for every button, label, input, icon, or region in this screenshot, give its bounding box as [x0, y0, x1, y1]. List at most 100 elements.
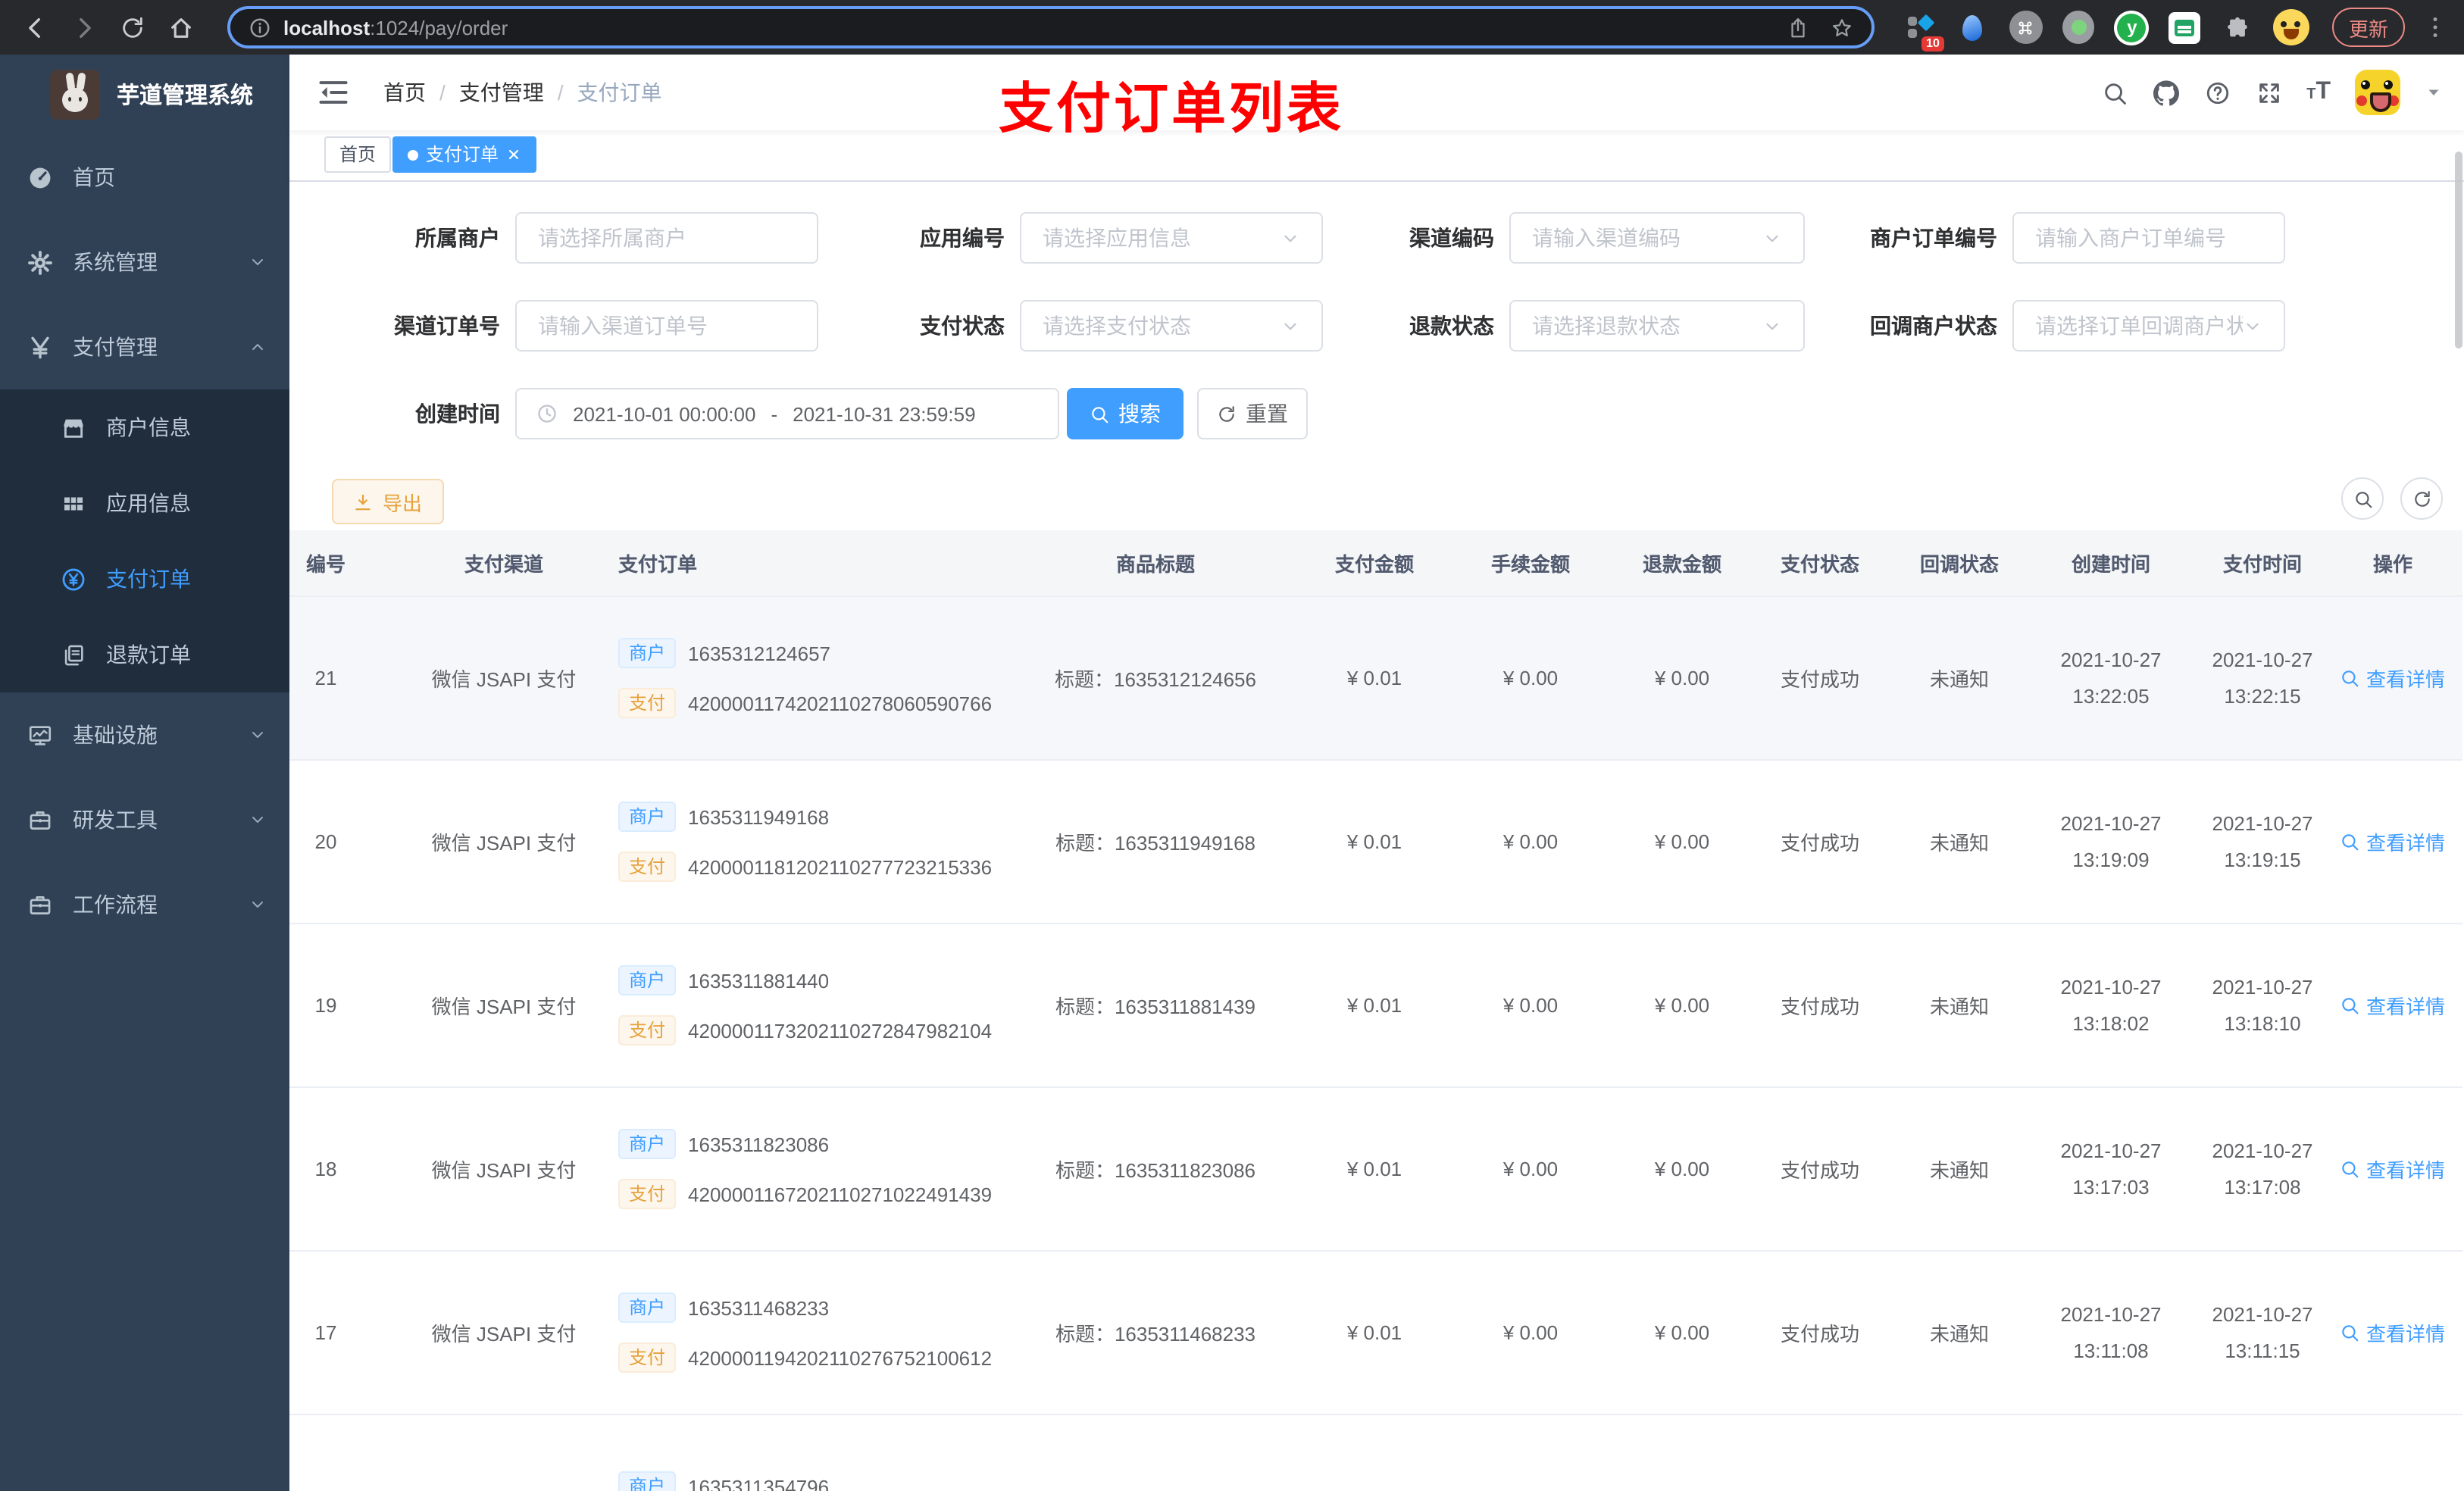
chevron-down-icon [2243, 316, 2262, 336]
pay-tag: 支付 [618, 688, 677, 718]
site-info-icon[interactable] [249, 16, 271, 39]
table-row: 18 微信 JSAPI 支付 商户 1635311823086 支付 4200001… [289, 1088, 2462, 1252]
date-separator: - [771, 402, 778, 425]
breadcrumb-home[interactable]: 首页 [383, 77, 426, 108]
address-bar[interactable]: localhost:1024/pay/order [227, 6, 1875, 48]
create-time-range-input[interactable]: 2021-10-01 00:00:00 - 2021-10-31 23:59:5… [515, 388, 1059, 439]
app-filter-select[interactable]: 请选择应用信息 [1020, 212, 1323, 264]
sidebar-item-app-info[interactable]: 应用信息 [0, 465, 289, 541]
merchant-order-no-input[interactable] [2012, 212, 2285, 264]
table-row: 20 微信 JSAPI 支付 商户 1635311949168 支付 4200001… [289, 761, 2462, 924]
clock-icon [536, 403, 558, 424]
extension-gem-icon[interactable] [1955, 9, 1991, 45]
pay-status-select[interactable]: 请选择支付状态 [1020, 300, 1323, 352]
chevron-down-icon [1762, 316, 1782, 336]
tab-close-icon[interactable] [506, 147, 521, 162]
refresh-table-button[interactable] [2400, 477, 2443, 520]
channel-order-no-input[interactable] [515, 300, 818, 352]
sidebar-item-merchant-info[interactable]: 商户信息 [0, 389, 289, 465]
status-badge: 支付成功 [1780, 996, 1859, 1018]
browser-menu-icon[interactable] [2422, 14, 2449, 41]
app-logo[interactable]: 芋道管理系统 [0, 55, 289, 135]
magnifier-icon [2340, 1323, 2360, 1343]
tab-pay-order[interactable]: 支付订单 [392, 136, 537, 173]
github-icon[interactable] [2152, 79, 2179, 106]
dashboard-icon [24, 162, 55, 192]
extension-command-icon[interactable] [2008, 9, 2044, 45]
status-badge: 支付成功 [1780, 668, 1859, 691]
view-detail-link[interactable]: 查看详情 [2323, 1155, 2462, 1183]
reset-button[interactable]: 重置 [1197, 388, 1308, 439]
extension-chat-icon[interactable] [2167, 9, 2203, 45]
chevron-down-icon [249, 896, 267, 914]
filter-label-channel-order-no: 渠道订单号 [394, 314, 500, 338]
filter-label-refund-status: 退款状态 [1409, 314, 1494, 338]
notify-status-select[interactable]: 请选择订单回调商户状态 [2012, 300, 2285, 352]
view-detail-link[interactable]: 查看详情 [2323, 1318, 2462, 1347]
merchant-filter-input[interactable] [515, 212, 818, 264]
url-text: localhost:1024/pay/order [283, 16, 508, 39]
merchant-tag: 商户 [618, 802, 677, 832]
table-row: 19 微信 JSAPI 支付 商户 1635311881440 支付 4200001… [289, 924, 2462, 1088]
breadcrumb-payment[interactable]: 支付管理 [459, 77, 544, 108]
user-avatar[interactable] [2355, 70, 2400, 115]
magnifier-icon [2340, 1159, 2360, 1179]
search-button[interactable]: 搜索 [1067, 388, 1184, 439]
red-annotation-text: 支付订单列表 [999, 77, 1345, 139]
font-size-icon[interactable]: TT [2306, 80, 2331, 105]
view-detail-link[interactable]: 查看详情 [2323, 827, 2462, 856]
breadcrumb: 首页 / 支付管理 / 支付订单 [383, 77, 662, 108]
browser-reload-button[interactable] [112, 8, 152, 47]
sidebar-item-dev-tools[interactable]: 研发工具 [0, 777, 289, 862]
chevron-up-icon [249, 338, 267, 356]
page-content: 所属商户 应用编号 请选择应用信息 渠道编码 请输入渠道编码 商户订单编号 渠道… [289, 182, 2464, 1491]
merchant-tag: 商户 [618, 638, 677, 668]
browser-forward-button[interactable] [64, 8, 103, 47]
browser-home-button[interactable] [161, 8, 200, 47]
briefcase-icon [24, 805, 55, 835]
date-start-value: 2021-10-01 00:00:00 [573, 402, 756, 425]
chevron-down-icon [1762, 228, 1782, 248]
magnifier-icon [2340, 996, 2360, 1015]
help-icon[interactable] [2203, 79, 2231, 106]
refund-status-select[interactable]: 请选择退款状态 [1509, 300, 1805, 352]
browser-profile-avatar[interactable] [2272, 9, 2309, 45]
active-tab-dot [408, 149, 418, 160]
sidebar-item-workflow[interactable]: 工作流程 [0, 862, 289, 947]
extension-y-icon[interactable]: y [2114, 9, 2150, 45]
sidebar-item-refund-order[interactable]: 退款订单 [0, 617, 289, 692]
sidebar-item-payment[interactable]: 支付管理 [0, 305, 289, 389]
tab-home[interactable]: 首页 [324, 136, 392, 173]
extensions-puzzle-icon[interactable] [2220, 9, 2256, 45]
chevron-down-icon [249, 811, 267, 829]
page-scrollbar-thumb[interactable] [2455, 152, 2462, 349]
pay-tag: 支付 [618, 1015, 677, 1046]
channel-code-select[interactable]: 请输入渠道编码 [1509, 212, 1805, 264]
extension-dot-icon[interactable] [2061, 9, 2097, 45]
sidebar: 芋道管理系统 首页 系统管理 支付管理 商户信息 应用信息 支付订单 退款订单 … [0, 55, 289, 1491]
extension-blocks-icon[interactable]: 10 [1902, 9, 1944, 52]
sidebar-item-system[interactable]: 系统管理 [0, 220, 289, 305]
browser-update-button[interactable]: 更新 [2331, 8, 2405, 47]
share-icon[interactable] [1787, 16, 1809, 39]
merchant-tag: 商户 [618, 1293, 677, 1323]
sidebar-item-infrastructure[interactable]: 基础设施 [0, 692, 289, 777]
bookmark-star-icon[interactable] [1831, 16, 1853, 39]
export-button[interactable]: 导出 [332, 479, 444, 524]
monitor-icon [24, 720, 55, 750]
sidebar-item-home[interactable]: 首页 [0, 135, 289, 220]
sidebar-collapse-icon[interactable] [317, 76, 350, 109]
filter-label-create-time: 创建时间 [415, 402, 500, 426]
view-detail-link[interactable]: 查看详情 [2323, 991, 2462, 1020]
browser-back-button[interactable] [15, 8, 55, 47]
grid-icon [58, 488, 88, 518]
filter-label-merchant: 所属商户 [415, 226, 500, 250]
avatar-caret-icon[interactable] [2425, 83, 2443, 102]
pay-tag: 支付 [618, 1343, 677, 1373]
yen-icon [24, 332, 55, 362]
sidebar-item-pay-order[interactable]: 支付订单 [0, 541, 289, 617]
fullscreen-icon[interactable] [2255, 79, 2282, 106]
search-icon[interactable] [2100, 79, 2128, 106]
show-search-toggle-button[interactable] [2341, 477, 2384, 520]
view-detail-link[interactable]: 查看详情 [2323, 664, 2462, 692]
